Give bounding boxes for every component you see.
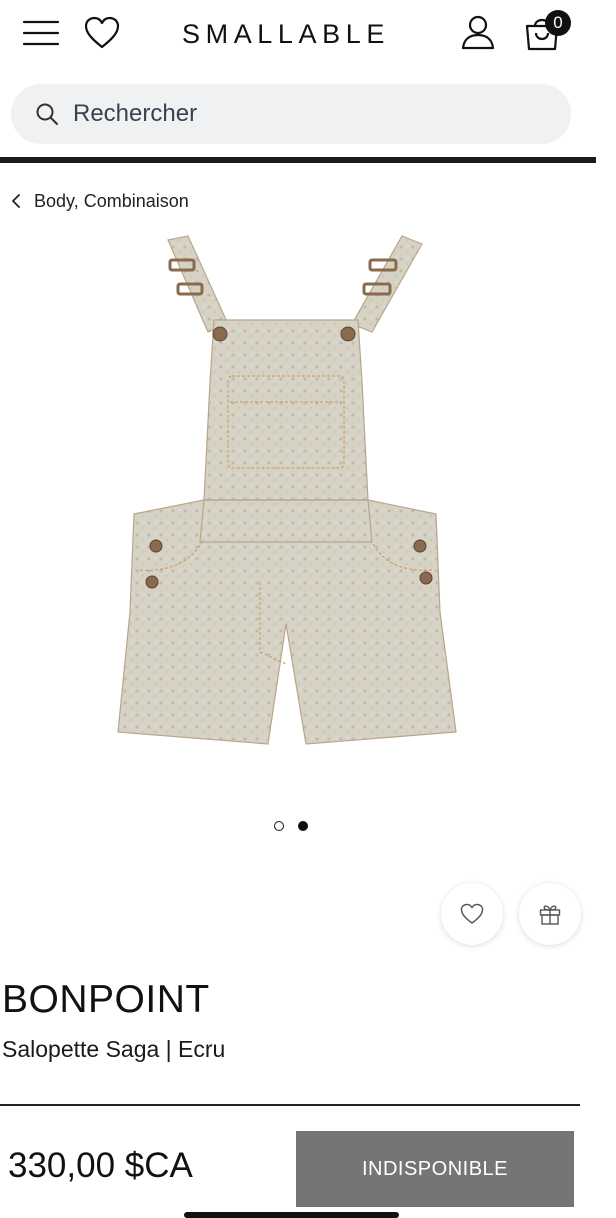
app-header: SMALLABLE 0	[0, 0, 616, 70]
cart-count-badge: 0	[545, 10, 571, 36]
gallery-dot[interactable]	[274, 821, 284, 831]
gift-icon	[539, 905, 561, 925]
header-divider	[0, 157, 596, 163]
price-divider	[0, 1104, 580, 1106]
menu-icon[interactable]	[22, 18, 60, 48]
product-name: Salopette Saga | Ecru	[2, 1036, 226, 1062]
unavailable-button[interactable]: INDISPONIBLE	[296, 1131, 574, 1207]
search-icon	[35, 102, 59, 126]
chevron-left-icon	[12, 194, 20, 208]
heart-icon[interactable]	[84, 16, 120, 50]
overalls-product-image[interactable]	[110, 232, 464, 774]
gallery-dot-active[interactable]	[298, 821, 308, 831]
product-brand[interactable]: BONPOINT	[2, 978, 210, 1022]
user-icon[interactable]	[460, 14, 496, 50]
gift-button[interactable]	[519, 883, 581, 945]
brand-logo[interactable]: SMALLABLE	[182, 19, 404, 50]
home-indicator[interactable]	[184, 1212, 399, 1218]
search-bar[interactable]	[11, 84, 571, 144]
product-price: 330,00 $CA	[8, 1146, 193, 1185]
gallery-pagination	[274, 821, 314, 833]
breadcrumb-label: Body, Combinaison	[34, 190, 189, 211]
heart-icon	[460, 903, 484, 924]
search-input[interactable]	[73, 96, 543, 132]
add-to-wishlist-button[interactable]	[441, 883, 503, 945]
breadcrumb[interactable]: Body, Combinaison	[10, 189, 189, 213]
